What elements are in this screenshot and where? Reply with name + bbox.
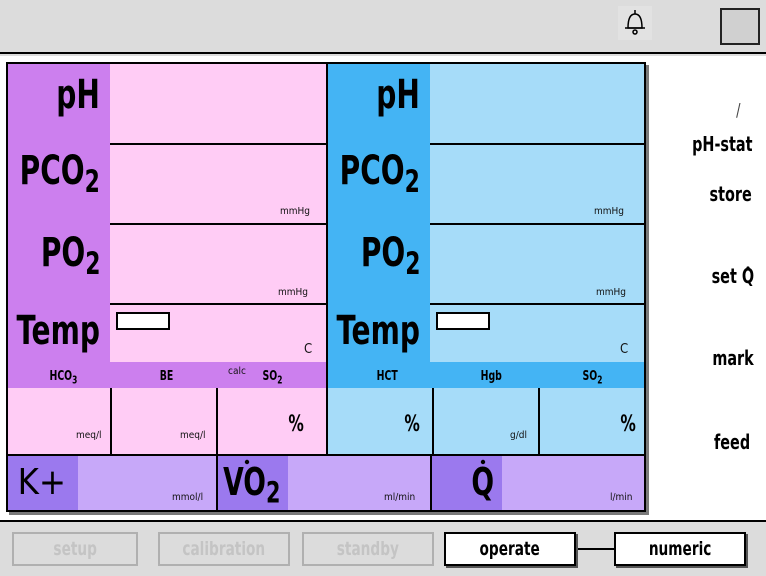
standby-label: standby — [336, 538, 400, 560]
vo2-dot — [244, 459, 250, 465]
standby-button[interactable]: standby — [302, 532, 434, 566]
calibration-button[interactable]: calibration — [158, 532, 290, 566]
ph-stat-button[interactable]: pH-stat — [692, 132, 752, 156]
setup-label: setup — [53, 538, 97, 560]
q-dot — [480, 459, 486, 465]
calibration-label: calibration — [182, 538, 266, 560]
feed-button[interactable]: feed — [714, 430, 750, 454]
numeric-label: numeric — [648, 538, 712, 560]
operate-button[interactable]: operate — [444, 532, 576, 566]
store-button[interactable]: store — [710, 182, 752, 206]
bottom-bar: setup calibration standby operate numeri… — [0, 520, 766, 576]
slash-mark: / — [735, 100, 740, 121]
operate-label: operate — [479, 538, 541, 560]
set-q-button[interactable]: set Q — [712, 264, 754, 288]
mark-button[interactable]: mark — [713, 346, 754, 370]
setup-button[interactable]: setup — [12, 532, 138, 566]
numeric-button[interactable]: numeric — [614, 532, 746, 566]
mode-connector — [578, 548, 614, 550]
flow-dot-marks — [244, 266, 750, 465]
